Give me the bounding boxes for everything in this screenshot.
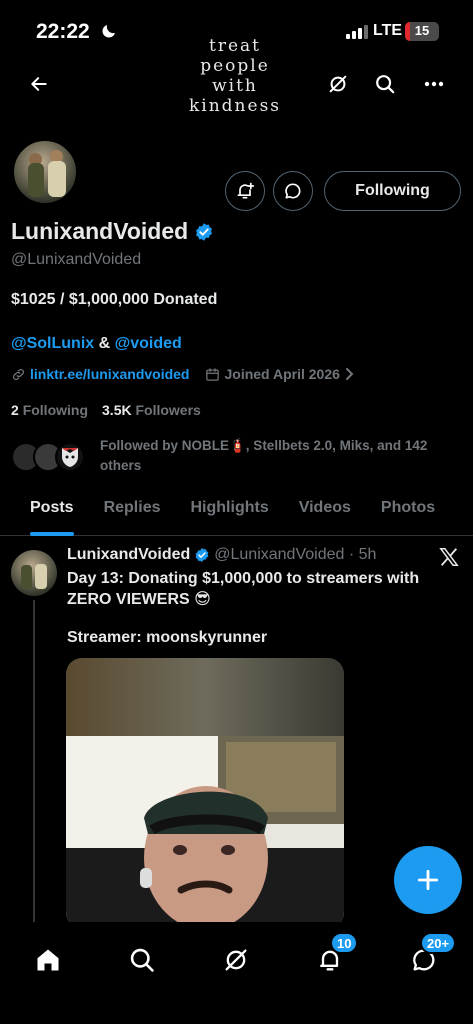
message-button[interactable] [273, 171, 313, 211]
follow-stats: 2 Following 3.5K Followers [11, 402, 201, 418]
x-logo-icon [438, 546, 460, 568]
thread-line [33, 600, 35, 923]
display-name: LunixandVoided [11, 218, 189, 244]
mention-link-voided[interactable]: @voided [115, 335, 182, 352]
tab-highlights[interactable]: Highlights [191, 480, 269, 536]
grok-icon[interactable] [320, 66, 356, 102]
banner-line: treat [209, 36, 261, 56]
followed-by-text[interactable]: Followed by NOBLE🧯, Stellbets 2.0, Miks,… [100, 436, 450, 476]
profile-tabs: Posts Replies Highlights Videos Photos [0, 480, 473, 536]
tab-replies[interactable]: Replies [104, 480, 161, 536]
follower-avatar[interactable] [55, 442, 85, 472]
verified-badge-icon [194, 222, 214, 242]
back-arrow-icon[interactable] [21, 66, 57, 102]
search-icon [128, 946, 156, 974]
banner-text: treat people with kindness [160, 36, 310, 116]
post-author-avatar[interactable] [11, 550, 57, 596]
status-time: 22:22 [36, 20, 90, 43]
profile-name-row: LunixandVoided [11, 218, 214, 245]
post-text: Day 13: Donating $1,000,000 to streamers… [67, 570, 420, 608]
notifications-badge: 10 [330, 932, 359, 954]
grok-icon [222, 946, 250, 974]
followers-stat[interactable]: 3.5K Followers [102, 402, 201, 418]
bio-ampersand: & [94, 335, 115, 352]
search-icon[interactable] [367, 66, 403, 102]
plus-icon [415, 867, 441, 893]
chevron-right-icon [344, 368, 354, 380]
network-type: LTE [373, 22, 403, 39]
mention-link-sollunix[interactable]: @SolLunix [11, 335, 94, 352]
messages-badge: 20+ [420, 932, 457, 954]
profile-meta: linktr.ee/lunixandvoided Joined April 20… [11, 366, 354, 382]
bio-donated: $1025 / $1,000,000 Donated [11, 291, 218, 308]
followers-count: 3.5K [102, 402, 132, 418]
link-icon [11, 367, 26, 382]
banner-line: with [212, 76, 258, 96]
nav-search[interactable] [118, 936, 166, 984]
tab-videos[interactable]: Videos [299, 480, 351, 536]
post-handle-time: @LunixandVoided · 5h [214, 546, 377, 563]
chat-bubble-icon [283, 181, 303, 201]
profile-handle: @LunixandVoided [11, 251, 142, 268]
signal-icon [346, 25, 368, 39]
following-button[interactable]: Following [324, 171, 461, 211]
profile-avatar[interactable] [11, 138, 79, 206]
calendar-icon [205, 367, 220, 382]
post-streamer-line: Streamer: moonskyrunner [67, 629, 268, 646]
nav-grok[interactable] [212, 936, 260, 984]
battery-level: 15 [414, 23, 430, 38]
followers-label: Followers [135, 402, 201, 418]
compose-button[interactable] [394, 846, 462, 914]
notify-bell-button[interactable] [225, 171, 265, 211]
moon-icon [100, 22, 118, 40]
more-options-icon[interactable] [416, 66, 452, 102]
post-author-name[interactable]: LunixandVoided [67, 546, 190, 564]
following-stat[interactable]: 2 Following [11, 402, 88, 418]
tab-posts[interactable]: Posts [30, 480, 74, 536]
nav-home[interactable] [24, 936, 72, 984]
profile-website-link[interactable]: linktr.ee/lunixandvoided [30, 366, 189, 382]
joined-date[interactable]: Joined April 2026 [224, 366, 339, 382]
following-count: 2 [11, 402, 19, 418]
bottom-nav: 10 20+ [0, 922, 473, 1024]
banner-line: kindness [188, 96, 282, 116]
post-media-image[interactable] [66, 658, 344, 928]
bio-mentions: @SolLunix & @voided [11, 335, 182, 353]
battery-icon: 15 [405, 22, 439, 41]
post-header: LunixandVoided @LunixandVoided · 5h [67, 546, 376, 564]
home-icon [34, 946, 62, 974]
verified-badge-icon [194, 547, 210, 563]
tab-photos[interactable]: Photos [381, 480, 435, 536]
following-label: Following [22, 402, 89, 418]
banner-line: people [200, 56, 270, 76]
bell-plus-icon [235, 181, 255, 201]
